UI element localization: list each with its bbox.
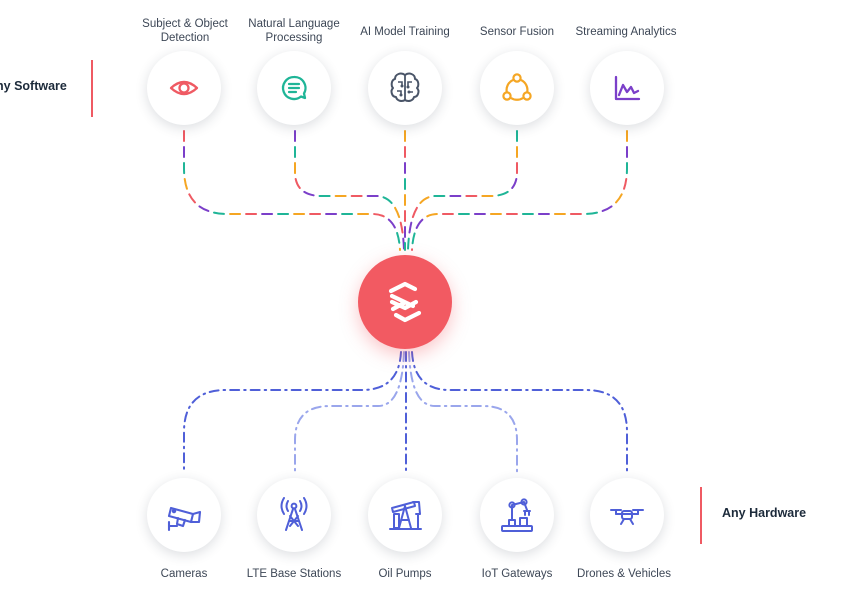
cell-tower-icon (280, 497, 308, 531)
software-node-detection[interactable] (147, 51, 221, 125)
software-connectors (183, 130, 628, 251)
software-connector-5-segment (411, 130, 628, 251)
security-camera-icon (167, 506, 202, 532)
software-connector-4-segment (407, 130, 518, 251)
software-connector-4-segment (407, 130, 518, 251)
oil-pump-icon (389, 501, 422, 530)
hardware-label-cameras: Cameras (160, 568, 208, 580)
software-connector-1-segment (183, 130, 401, 251)
central-hub-logo[interactable] (358, 255, 452, 349)
eye-icon (169, 80, 199, 96)
software-connector-2-segment (294, 130, 405, 251)
hardware-node-cameras[interactable] (147, 478, 221, 552)
software-node-nlp[interactable] (257, 51, 331, 125)
nodes-icon (502, 73, 532, 101)
hardware-connectors (183, 351, 628, 473)
hardware-node-iot[interactable] (480, 478, 554, 552)
logo-icon (388, 281, 422, 323)
hardware-node-drones[interactable] (590, 478, 664, 552)
software-connector-1-segment (183, 130, 401, 251)
software-connector-2-segment (294, 130, 405, 251)
hardware-connector-2 (294, 351, 405, 473)
software-connector-4-segment (407, 130, 518, 251)
robot-arm-icon (501, 498, 533, 532)
hardware-node-oil-pumps[interactable] (368, 478, 442, 552)
software-label-training: AI Model Training (360, 26, 450, 38)
software-node-training[interactable] (368, 51, 442, 125)
software-connector-5-segment (411, 130, 628, 251)
any-hardware-label: Any Hardware (722, 506, 807, 520)
hardware-label-oil-pumps: Oil Pumps (378, 568, 432, 580)
software-connector-5-segment (411, 130, 628, 251)
hardware-accent-bar (700, 487, 702, 544)
line-chart-icon (614, 75, 641, 101)
hardware-connector-5 (411, 351, 628, 473)
software-connector-2-segment (294, 130, 405, 251)
hardware-connector-4 (408, 351, 518, 473)
software-label-nlp: Natural Language Processing (248, 18, 340, 44)
software-label-fusion: Sensor Fusion (479, 26, 555, 38)
software-connector-2-segment (294, 130, 405, 251)
hardware-node-lte[interactable] (257, 478, 331, 552)
hardware-label-drones: Drones & Vehicles (577, 568, 671, 580)
any-software-label: Any Software (0, 79, 67, 93)
hardware-label-lte: LTE Base Stations (246, 568, 342, 580)
software-node-streaming[interactable] (590, 51, 664, 125)
diagram: Any Software Any Hardware Subject & Obje… (0, 0, 861, 605)
software-node-fusion[interactable] (480, 51, 554, 125)
chat-bubble-icon (281, 75, 307, 101)
software-connector-5-segment (411, 130, 628, 251)
drone-icon (610, 509, 644, 525)
brain-icon (390, 72, 420, 102)
hardware-connector-1 (183, 351, 402, 473)
software-connector-4-segment (407, 130, 518, 251)
software-connector-1-segment (183, 130, 401, 251)
software-accent-bar (91, 60, 93, 117)
software-label-streaming: Streaming Analytics (575, 26, 677, 38)
software-label-detection: Subject & Object Detection (142, 18, 228, 44)
software-connector-1-segment (183, 130, 401, 251)
